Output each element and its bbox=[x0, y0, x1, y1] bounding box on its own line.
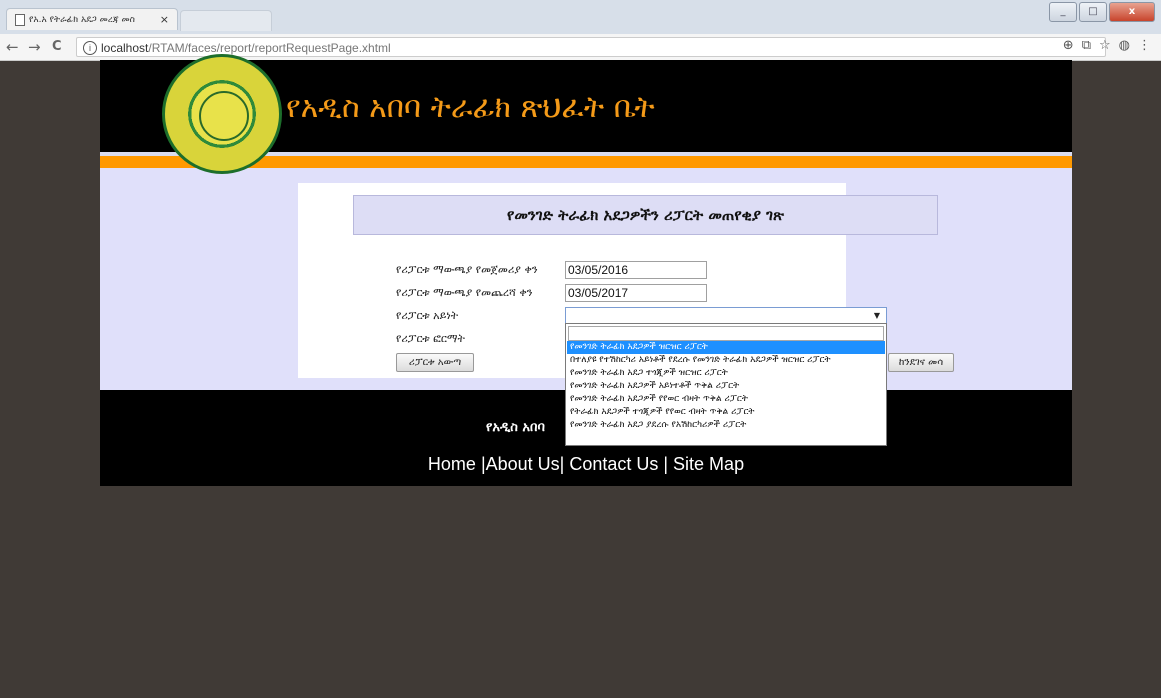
info-icon[interactable]: i bbox=[83, 41, 97, 55]
page-icon bbox=[15, 14, 25, 26]
browser-tab[interactable]: የአ.አ የትራፊክ አደጋ መረጃ መስ × bbox=[6, 8, 178, 30]
report-format-label: የሪፓርቱ ፎርማት bbox=[396, 332, 465, 345]
dropdown-option[interactable]: የመንገድ ትራፊክ አደጋዎች የየወር ብዛት ጥቅል ሪፓርት bbox=[567, 393, 885, 406]
report-type-label: የሪፓርቱ አይነት bbox=[396, 309, 459, 322]
site-header: የአዲስ አበባ ትራፊክ ጽህፈት ቤት bbox=[100, 54, 1072, 174]
end-date-label: የሪፓርቱ ማውጫያ የመጨረሻ ቀን bbox=[396, 286, 533, 299]
url-path: /RTAM/faces/report/reportRequestPage.xht… bbox=[148, 41, 391, 55]
zoom-icon[interactable]: ⊕ bbox=[1063, 38, 1074, 53]
url-host: localhost bbox=[101, 41, 149, 55]
site-title: የአዲስ አበባ ትራፊክ ጽህፈት ቤት bbox=[286, 90, 655, 125]
dropdown-options: የመንገድ ትራፊክ አደጋዎች ዝርዝር ሪፓርት በተለያዩ የተሽከርካሪ … bbox=[567, 341, 885, 432]
close-window-button[interactable]: x bbox=[1109, 2, 1155, 22]
start-date-label: የሪፓርቱ ማውጫያ የመጀመሪያ ቀን bbox=[396, 263, 538, 276]
new-tab-button[interactable] bbox=[180, 10, 272, 31]
dropdown-filter-input[interactable] bbox=[568, 326, 884, 341]
report-type-dropdown: የመንገድ ትራፊክ አደጋዎች ዝርዝር ሪፓርት በተለያዩ የተሽከርካሪ … bbox=[565, 323, 887, 446]
translate-icon[interactable]: ⧉ bbox=[1082, 38, 1091, 53]
browser-tools: ⊕ ⧉ ☆ ◍ ⋮ bbox=[1063, 38, 1151, 53]
logo-emblem-icon bbox=[199, 91, 249, 141]
dropdown-option[interactable]: በተለያዩ የተሽከርካሪ አይነቶች የደረሱ የመንገድ ትራፊክ አደጋዎ… bbox=[567, 354, 885, 367]
police-logo bbox=[162, 54, 282, 174]
dropdown-option[interactable]: የመንገድ ትራፊክ አደጋ ተጎጂዎች ዝርዝር ሪፓርት bbox=[567, 367, 885, 380]
bookmark-star-icon[interactable]: ☆ bbox=[1099, 38, 1111, 53]
browser-toolbar: ← → C i localhost/RTAM/faces/report/repo… bbox=[0, 34, 1161, 61]
tab-title: የአ.አ የትራፊክ አደጋ መረጃ መስ bbox=[29, 14, 135, 25]
dropdown-option[interactable]: የመንገድ ትራፊክ አደጋዎች ዝርዝር ሪፓርት bbox=[567, 341, 885, 354]
minimize-button[interactable]: _ bbox=[1049, 2, 1077, 22]
window-controls: _ □ x bbox=[1049, 2, 1155, 22]
footer-title: የአዲስ አበባ bbox=[486, 420, 545, 435]
extension-icon[interactable]: ◍ bbox=[1119, 38, 1130, 53]
browser-tab-bar: የአ.አ የትራፊክ አደጋ መረጃ መስ × _ □ x bbox=[0, 0, 1161, 34]
chevron-down-icon: ▼ bbox=[873, 311, 880, 320]
end-date-field[interactable]: 03/05/2017 bbox=[565, 284, 707, 302]
page-title: የመንገድ ትራፊክ አደጋዎችን ሪፓርት መጠየቂያ ገጽ bbox=[353, 195, 938, 235]
dropdown-option[interactable]: የመንገድ ትራፊክ አደጋዎች አይነተቶች ጥቅል ሪፓርት bbox=[567, 380, 885, 393]
footer-links[interactable]: Home |About Us| Contact Us | Site Map bbox=[100, 454, 1072, 475]
menu-icon[interactable]: ⋮ bbox=[1138, 38, 1151, 53]
back-button[interactable]: ከንደገና መሳ bbox=[888, 353, 954, 372]
back-arrow-icon[interactable]: ← bbox=[6, 38, 19, 56]
forward-arrow-icon[interactable]: → bbox=[28, 38, 41, 56]
start-date-field[interactable]: 03/05/2016 bbox=[565, 261, 707, 279]
dropdown-option[interactable]: የትራፊክ አደጋዎች ተጎጂዎች የየወር ብዛት ጥቅል ሪፓርት bbox=[567, 406, 885, 419]
tab-close-icon[interactable]: × bbox=[160, 13, 169, 26]
maximize-button[interactable]: □ bbox=[1079, 2, 1107, 22]
generate-report-button[interactable]: ሪፓርቱ አውጣ bbox=[396, 353, 474, 372]
reload-icon[interactable]: C bbox=[52, 39, 62, 54]
dropdown-option[interactable]: የመንገድ ትራፊክ አደጋ ያደረሱ የአሽከርካሪዎች ሪፓርት bbox=[567, 419, 885, 432]
